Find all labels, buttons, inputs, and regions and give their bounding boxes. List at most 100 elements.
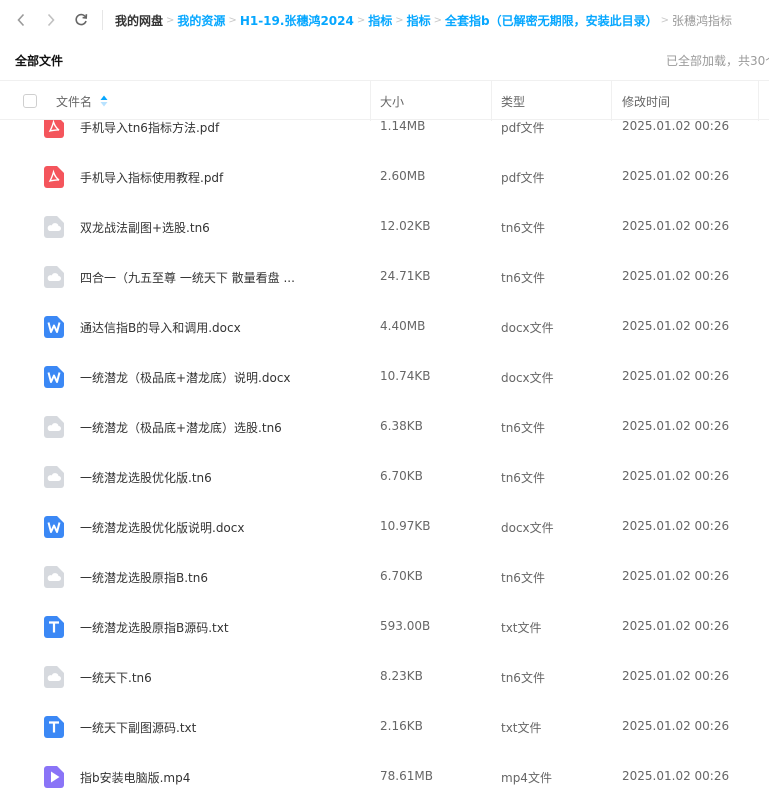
breadcrumb-item[interactable]: H1-19.张穗鸿2024 [240,12,354,29]
file-name[interactable]: 指b安装电脑版.mp4 [80,769,190,786]
all-files-title[interactable]: 全部文件 [15,52,63,69]
table-row[interactable]: 一统潜龙（极品底+潜龙底）说明.docx 10.74KB docx文件 2025.01… [0,352,769,402]
table-row[interactable]: 通达信指B的导入和调用.docx 4.40MB docx文件 2025.01.02 0… [0,302,769,352]
column-divider[interactable] [370,81,371,121]
column-divider[interactable] [611,81,612,121]
file-name[interactable]: 通达信指B的导入和调用.docx [80,319,241,336]
column-header-size[interactable]: 大小 [380,81,404,121]
forward-button[interactable] [42,11,60,29]
table-row[interactable]: 手机导入指标使用教程.pdf 2.60MB pdf文件 2025.01.02 00:2… [0,152,769,202]
file-modified-time: 2025.01.02 00:26 [622,120,730,133]
column-header-size-label: 大小 [380,94,405,109]
file-type: txt文件 [501,721,542,735]
column-divider[interactable] [491,81,492,121]
table-row[interactable]: 一统天下.tn6 8.23KB tn6文件 2025.01.02 00:26 [0,652,769,702]
file-size: 593.00B [380,619,431,633]
file-list-toolbar: 全部文件 已全部加载，共30个 [0,40,769,80]
file-modified-time: 2025.01.02 00:26 [622,369,730,383]
toolbar-divider [102,10,103,30]
cloud-file-icon [44,466,64,488]
breadcrumb-separator: > [395,14,404,26]
breadcrumb-item[interactable]: 我的资源 [177,12,225,29]
top-navigation-bar: 我的网盘 > 我的资源 > H1-19.张穗鸿2024 > 指标 > 指标 > 全套指b（已解密无期… [0,0,769,40]
file-name[interactable]: 四合一（九五至尊 一统天下 散量看盘 ... [80,269,295,286]
file-name[interactable]: 一统潜龙选股优化版说明.docx [80,519,244,536]
cloud-file-icon [44,266,64,288]
breadcrumb-separator: > [433,14,443,26]
text-file-icon [44,616,64,638]
chevron-left-icon [17,13,25,27]
table-row[interactable]: 一统潜龙选股原指B.tn6 6.70KB tn6文件 2025.01.02 00:26 [0,552,769,602]
word-file-icon [44,316,64,338]
video-file-icon [44,766,64,788]
table-row[interactable]: 四合一（九五至尊 一统天下 散量看盘 ... 24.71KB tn6文件 2025.0… [0,252,769,302]
file-size: 8.23KB [380,669,423,683]
refresh-icon [75,13,88,26]
refresh-button[interactable] [72,11,90,29]
load-status: 已全部加载，共30个 [666,54,769,68]
table-row[interactable]: 手机导入tn6指标方法.pdf 1.14MB pdf文件 2025.01.02 00:… [0,120,769,152]
table-row[interactable]: 一统潜龙选股优化版说明.docx 10.97KB docx文件 2025.01.02 … [0,502,769,552]
column-divider[interactable] [758,81,759,121]
file-name[interactable]: 一统潜龙（极品底+潜龙底）选股.tn6 [80,419,282,436]
breadcrumb-separator: > [166,14,175,26]
file-name[interactable]: 一统潜龙（极品底+潜龙底）说明.docx [80,369,291,386]
table-row[interactable]: 一统潜龙（极品底+潜龙底）选股.tn6 6.38KB tn6文件 2025.01.02… [0,402,769,452]
word-file-icon [44,516,64,538]
file-size: 2.16KB [380,719,423,733]
file-type: mp4文件 [501,771,552,785]
file-name[interactable]: 一统天下.tn6 [80,669,152,686]
file-modified-time: 2025.01.02 00:26 [622,719,730,733]
file-type: tn6文件 [501,471,545,485]
file-name[interactable]: 双龙战法副图+选股.tn6 [80,219,210,236]
column-header-name[interactable]: 文件名 [56,81,108,121]
breadcrumb-item[interactable]: 张穗鸿指标 [672,12,732,29]
file-name[interactable]: 一统潜龙选股优化版.tn6 [80,469,212,486]
file-type: tn6文件 [501,271,545,285]
breadcrumb-separator: > [356,14,366,26]
cloud-file-icon [44,416,64,438]
file-name[interactable]: 一统天下副图源码.txt [80,719,196,736]
file-size: 6.70KB [380,469,423,483]
cloud-file-icon [44,216,64,238]
column-header-type-label: 类型 [501,94,526,109]
breadcrumb-item[interactable]: 我的网盘 [115,12,163,29]
breadcrumb-item[interactable]: 指标 [368,12,392,29]
file-type: pdf文件 [501,171,545,185]
breadcrumb-item[interactable]: 全套指b（已解密无期限，安装此目录） [445,12,658,29]
back-button[interactable] [12,11,30,29]
file-size: 10.97KB [380,519,431,533]
chevron-right-icon [47,13,55,27]
breadcrumb-item[interactable]: 指标 [407,12,431,29]
table-header: 文件名 大小 类型 修改时间 [0,80,769,121]
column-header-modified[interactable]: 修改时间 [622,81,670,121]
file-type: docx文件 [501,371,554,385]
word-file-icon [44,366,64,388]
file-name[interactable]: 手机导入指标使用教程.pdf [80,169,223,186]
table-row[interactable]: 一统潜龙选股原指B源码.txt 593.00B txt文件 2025.01.02 00… [0,602,769,652]
column-header-type[interactable]: 类型 [501,81,525,121]
file-size: 6.38KB [380,419,423,433]
table-row[interactable]: 一统潜龙选股优化版.tn6 6.70KB tn6文件 2025.01.02 00:26 [0,452,769,502]
file-name[interactable]: 手机导入tn6指标方法.pdf [80,120,219,136]
file-size: 12.02KB [380,219,431,233]
table-row[interactable]: 指b安装电脑版.mp4 78.61MB mp4文件 2025.01.02 00:26 [0,752,769,798]
column-header-name-label: 文件名 [56,94,93,109]
table-row[interactable]: 一统天下副图源码.txt 2.16KB txt文件 2025.01.02 00:26 [0,702,769,752]
file-name[interactable]: 一统潜龙选股原指B源码.txt [80,619,229,636]
file-modified-time: 2025.01.02 00:26 [622,469,730,483]
cloud-file-icon [44,566,64,588]
file-type: tn6文件 [501,421,545,435]
file-modified-time: 2025.01.02 00:26 [622,569,730,583]
file-modified-time: 2025.01.02 00:26 [622,669,730,683]
select-all-checkbox[interactable] [23,94,37,108]
file-name[interactable]: 一统潜龙选股原指B.tn6 [80,569,208,586]
file-type: tn6文件 [501,571,545,585]
table-row[interactable]: 双龙战法副图+选股.tn6 12.02KB tn6文件 2025.01.02 00:2… [0,202,769,252]
cloud-file-icon [44,666,64,688]
file-modified-time: 2025.01.02 00:26 [622,269,730,283]
file-modified-time: 2025.01.02 00:26 [622,619,730,633]
sort-ascending-icon[interactable] [100,95,108,107]
pdf-file-icon [44,120,64,138]
file-size: 10.74KB [380,369,431,383]
